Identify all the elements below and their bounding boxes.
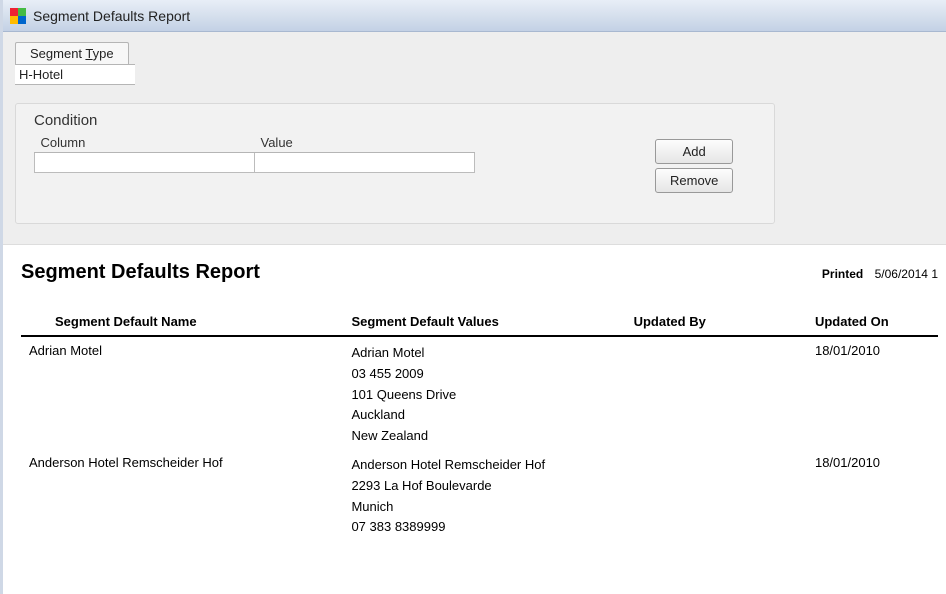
cell-updated-on: 18/01/2010 — [807, 449, 938, 540]
report-area: Segment Defaults Report Printed 5/06/201… — [3, 245, 946, 548]
value-line: 03 455 2009 — [351, 364, 617, 385]
cell-updated-on: 18/01/2010 — [807, 336, 938, 449]
value-line: New Zealand — [351, 426, 617, 447]
condition-grid: Column Value — [34, 133, 475, 173]
condition-title: Condition — [34, 112, 756, 129]
report-title: Segment Defaults Report — [21, 261, 260, 284]
value-line: Adrian Motel — [351, 343, 617, 364]
report-table: Segment Default Name Segment Default Val… — [21, 310, 938, 540]
cell-name: Adrian Motel — [21, 336, 343, 449]
value-line: 07 383 8389999 — [351, 517, 617, 538]
condition-col-column: Column — [35, 133, 255, 153]
value-line: Auckland — [351, 405, 617, 426]
value-line: 2293 La Hof Boulevarde — [351, 476, 617, 497]
segment-type-label-pre: Segment — [30, 46, 85, 61]
condition-row — [35, 153, 475, 173]
segment-type-label-post: ype — [93, 46, 114, 61]
segment-type-value[interactable]: H-Hotel — [15, 64, 135, 85]
col-header-updated-on: Updated On — [807, 310, 938, 336]
value-line: Munich — [351, 497, 617, 518]
table-row: Adrian MotelAdrian Motel03 455 2009101 Q… — [21, 336, 938, 449]
window-titlebar: Segment Defaults Report — [3, 0, 946, 32]
printed-stamp: Printed 5/06/2014 1 — [822, 267, 938, 281]
add-button[interactable]: Add — [655, 139, 733, 164]
cell-values: Anderson Hotel Remscheider Hof2293 La Ho… — [343, 449, 625, 540]
col-header-updated-by: Updated By — [626, 310, 807, 336]
remove-button[interactable]: Remove — [655, 168, 733, 193]
condition-value-input[interactable] — [255, 154, 474, 172]
printed-value: 5/06/2014 1 — [875, 267, 938, 281]
window-title: Segment Defaults Report — [33, 8, 190, 24]
segment-type-label-accel: T — [85, 46, 92, 61]
value-line: Anderson Hotel Remscheider Hof — [351, 455, 617, 476]
cell-values: Adrian Motel03 455 2009101 Queens DriveA… — [343, 336, 625, 449]
cell-updated-by — [626, 336, 807, 449]
segment-type-tab[interactable]: Segment Type — [15, 42, 129, 64]
condition-col-value: Value — [255, 133, 475, 153]
col-header-name: Segment Default Name — [21, 310, 343, 336]
cell-updated-by — [626, 449, 807, 540]
condition-column-input[interactable] — [35, 154, 254, 172]
filter-panel: Segment Type H-Hotel Condition Column Va… — [3, 32, 946, 245]
cell-name: Anderson Hotel Remscheider Hof — [21, 449, 343, 540]
app-icon — [9, 7, 27, 25]
value-line: 101 Queens Drive — [351, 385, 617, 406]
col-header-values: Segment Default Values — [343, 310, 625, 336]
printed-label: Printed — [822, 267, 863, 281]
table-row: Anderson Hotel Remscheider HofAnderson H… — [21, 449, 938, 540]
condition-group: Condition Column Value Add R — [15, 103, 775, 224]
